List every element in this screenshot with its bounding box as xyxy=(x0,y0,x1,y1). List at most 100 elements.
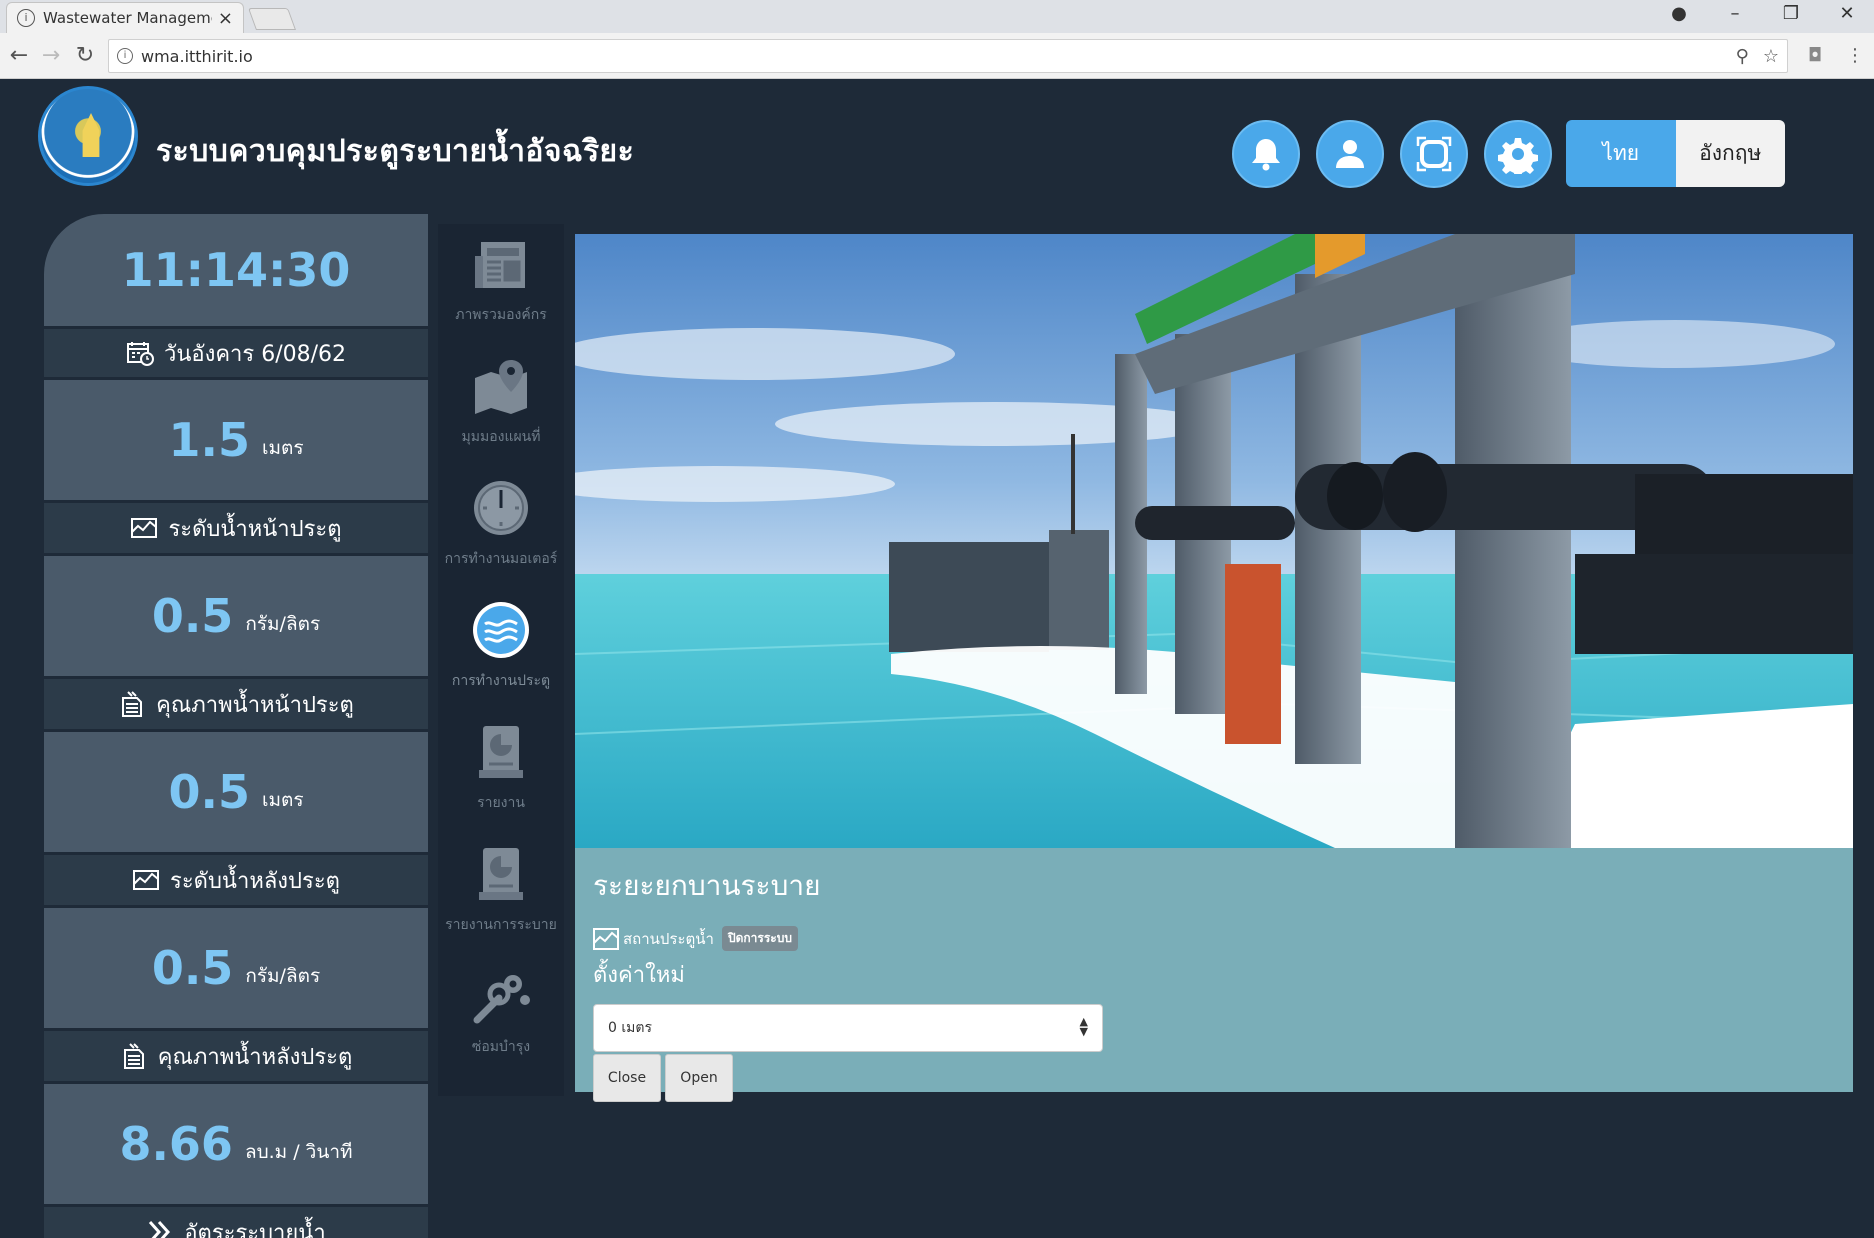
menu-label: รายงานการระบาย xyxy=(445,917,557,933)
gear-icon xyxy=(1498,138,1538,174)
water-quality-icon xyxy=(122,691,143,717)
metric-value: 0.5 xyxy=(151,589,234,643)
address-bar[interactable]: i wma.itthirit.io ⚲ ☆ xyxy=(108,39,1788,73)
organization-logo xyxy=(38,86,138,186)
map-pin-icon xyxy=(475,360,527,414)
report-icon xyxy=(479,848,523,900)
date-text: วันอังคาร 6/08/62 xyxy=(163,341,347,367)
metric-label-row: คุณภาพน้ำหน้าประตู xyxy=(44,679,428,729)
tab-info-icon: i xyxy=(17,9,35,27)
profile-icon[interactable]: ● xyxy=(1656,0,1702,30)
menu-item-map[interactable]: มุมมองแผนที่ xyxy=(438,346,564,460)
gate-status-label: สถานประตูน้ำ xyxy=(623,929,714,948)
notification-button[interactable] xyxy=(1232,120,1300,188)
menu-item-drain-report[interactable]: รายงานการระบาย xyxy=(438,834,564,948)
metric-label-row: ระดับน้ำหลังประตู xyxy=(44,855,428,905)
menu-label: ซ่อมบำรุง xyxy=(471,1039,531,1055)
browser-tab[interactable]: i Wastewater Managemen × xyxy=(6,2,244,33)
wrench-gear-icon xyxy=(473,975,530,1024)
app-title: ระบบควบคุมประตูระบายน้ำอัจฉริยะ xyxy=(156,134,635,169)
reload-icon[interactable]: ↻ xyxy=(72,43,98,69)
menu-label: รายงาน xyxy=(477,795,525,811)
select-caret-icon: ▲ ▼ xyxy=(1079,1015,1088,1038)
back-arrow-icon[interactable]: ← xyxy=(6,43,32,69)
set-new-label: ตั้งค่าใหม่ xyxy=(593,963,685,988)
minimize-button[interactable]: – xyxy=(1712,0,1758,30)
menu-item-overview[interactable]: ภาพรวมองค์กร xyxy=(438,224,564,338)
forward-arrow-icon[interactable]: → xyxy=(38,43,64,69)
metric-label-row: อัตระระบายน้ำ xyxy=(44,1207,428,1238)
open-gate-button[interactable]: Open xyxy=(665,1054,733,1102)
date-row: วันอังคาร 6/08/62 xyxy=(44,329,428,377)
window-close-button[interactable]: ✕ xyxy=(1824,0,1870,30)
metric-unit: กรัม/ลิตร xyxy=(245,965,321,987)
gate-status-row: สถานประตูน้ำ ปิดการระบบ xyxy=(593,926,1835,951)
profile-button[interactable] xyxy=(1316,120,1384,188)
metric-unit: เมตร xyxy=(261,437,304,459)
metric-value: 0.5 xyxy=(151,941,234,995)
select-value: 0 เมตร xyxy=(608,1020,652,1036)
fullscreen-icon xyxy=(1416,136,1452,172)
newspaper-icon xyxy=(475,242,525,288)
metric-label-row: ระดับน้ำหน้าประตู xyxy=(44,503,428,553)
language-switch: ไทย อังกฤษ xyxy=(1566,120,1785,187)
water-level-icon xyxy=(131,518,158,538)
water-waves-icon xyxy=(473,602,529,658)
metric-label-row: คุณภาพน้ำหลังประตู xyxy=(44,1031,428,1081)
zoom-icon[interactable]: ⚲ xyxy=(1736,46,1749,67)
metric-value-box: 1.5 เมตร xyxy=(44,380,428,500)
metric-value: 8.66 xyxy=(119,1117,233,1171)
restore-button[interactable]: ❐ xyxy=(1768,0,1814,30)
gate-3d-view[interactable] xyxy=(575,234,1853,848)
bell-icon xyxy=(1252,139,1280,171)
url-text: wma.itthirit.io xyxy=(141,46,253,66)
menu-item-motor[interactable]: การทำงานมอเตอร์ xyxy=(438,468,564,582)
side-menu: ภาพรวมองค์กร มุมมองแผนที่ การทำงานมอเตอร… xyxy=(438,224,564,1096)
metric-unit: เมตร xyxy=(261,789,304,811)
metric-value-box: 0.5 กรัม/ลิตร xyxy=(44,556,428,676)
water-level-icon xyxy=(133,870,160,890)
bookmark-star-icon[interactable]: ☆ xyxy=(1763,46,1779,67)
close-gate-button[interactable]: Close xyxy=(593,1054,661,1102)
menu-dots-icon[interactable]: ⋮ xyxy=(1846,45,1864,66)
gate-control-panel: ระยะยกบานระบาย สถานประตูน้ำ ปิดการระบบ ต… xyxy=(575,848,1853,1102)
metric-label: ระดับน้ำหน้าประตู xyxy=(168,516,342,542)
metric-value-box: 0.5 กรัม/ลิตร xyxy=(44,908,428,1028)
lift-height-select[interactable]: 0 เมตร ▲ ▼ xyxy=(593,1004,1103,1052)
gate-action-buttons: Close Open xyxy=(593,1054,1835,1102)
lang-english-button[interactable]: อังกฤษ xyxy=(1675,120,1785,187)
water-level-icon xyxy=(593,927,619,950)
metric-label: อัตระระบายน้ำ xyxy=(184,1220,326,1238)
metric-value: 1.5 xyxy=(168,413,250,467)
metric-value: 0.5 xyxy=(168,765,250,819)
site-info-icon[interactable]: i xyxy=(117,48,133,64)
metric-label: คุณภาพน้ำหน้าประตู xyxy=(156,692,354,718)
tab-close-icon[interactable]: × xyxy=(218,8,233,29)
metric-unit: ลบ.ม / วินาที xyxy=(244,1141,353,1163)
menu-item-gate[interactable]: การทำงานประตู xyxy=(438,590,564,704)
metric-value-box: 0.5 เมตร xyxy=(44,732,428,852)
menu-label: การทำงานประตู xyxy=(451,673,551,689)
menu-label: ภาพรวมองค์กร xyxy=(455,307,547,323)
menu-label: มุมมองแผนที่ xyxy=(461,429,541,445)
flow-rate-icon xyxy=(149,1220,171,1238)
clock: 11:14:30 xyxy=(44,214,428,326)
menu-label: การทำงานมอเตอร์ xyxy=(444,551,558,567)
menu-item-report[interactable]: รายงาน xyxy=(438,712,564,826)
browser-toolbar: ← → ↻ i wma.itthirit.io ⚲ ☆ ◘ ⋮ xyxy=(0,33,1874,79)
status-badge: ปิดการระบบ xyxy=(721,926,798,951)
fullscreen-button[interactable] xyxy=(1400,120,1468,188)
gauge-icon xyxy=(474,481,528,535)
metric-label: ระดับน้ำหลังประตู xyxy=(170,868,340,894)
metric-value-box: 8.66 ลบ.ม / วินาที xyxy=(44,1084,428,1204)
water-quality-icon xyxy=(123,1043,144,1069)
camera-icon[interactable]: ◘ xyxy=(1808,45,1822,66)
tab-title: Wastewater Managemen xyxy=(43,9,212,27)
metric-label: คุณภาพน้ำหลังประตู xyxy=(157,1044,353,1070)
control-title: ระยะยกบานระบาย xyxy=(593,869,821,902)
settings-button[interactable] xyxy=(1484,120,1552,188)
new-tab-button[interactable] xyxy=(247,8,297,30)
user-icon xyxy=(1336,140,1364,168)
lang-thai-button[interactable]: ไทย xyxy=(1566,120,1676,187)
menu-item-maintenance[interactable]: ซ่อมบำรุง xyxy=(438,956,564,1070)
